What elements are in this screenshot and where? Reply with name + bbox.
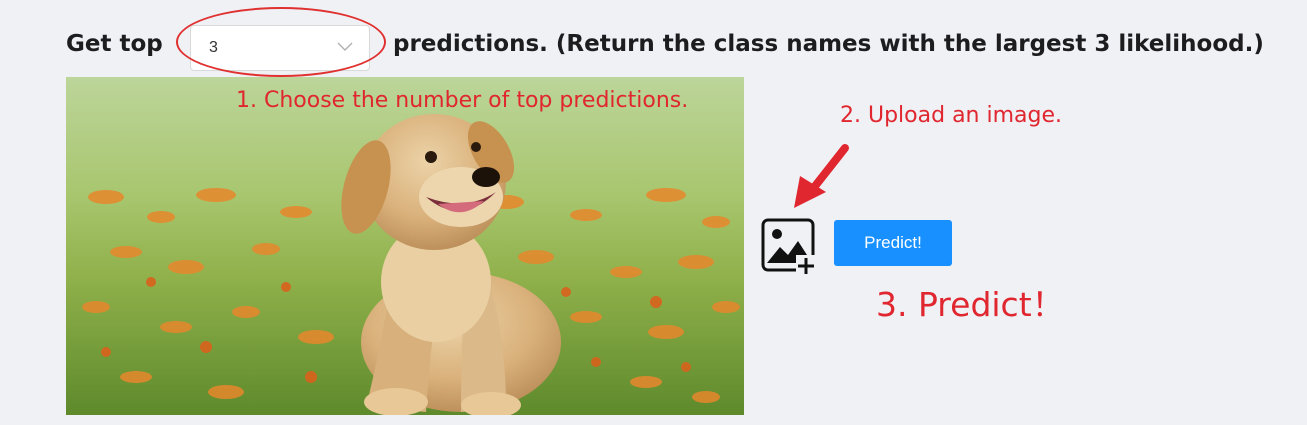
arrow-down-left-icon bbox=[794, 144, 849, 208]
step3-annotation: 3. Predict！ bbox=[876, 285, 1065, 324]
image-add-icon[interactable] bbox=[760, 217, 818, 275]
predict-button[interactable]: Predict! bbox=[834, 220, 952, 266]
uploaded-image-preview bbox=[66, 77, 744, 415]
annotation-circle bbox=[176, 7, 386, 77]
step1-annotation: 1. Choose the number of top predictions. bbox=[236, 88, 689, 113]
step2-annotation: 2. Upload an image. bbox=[840, 103, 1062, 128]
top-k-label-prefix: Get top bbox=[66, 31, 163, 57]
top-k-label-suffix: predictions. (Return the class names wit… bbox=[393, 31, 1264, 57]
